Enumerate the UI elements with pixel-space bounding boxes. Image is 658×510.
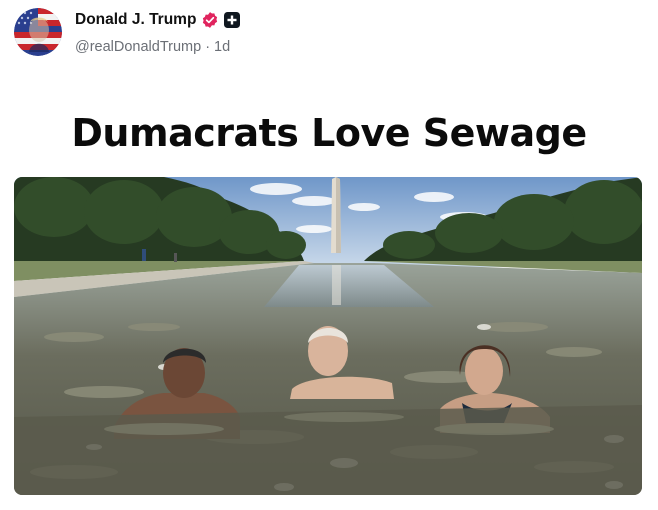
author-name[interactable]: Donald J. Trump xyxy=(75,11,196,29)
meta-separator: · xyxy=(205,39,211,55)
name-row: Donald J. Trump xyxy=(75,10,241,30)
post-photo[interactable] xyxy=(14,177,642,495)
flag-portrait-avatar-icon xyxy=(14,8,62,56)
author-block: Donald J. Trump @realDonaldTrump · 1d xyxy=(75,10,241,55)
plus-badge-icon xyxy=(224,12,241,28)
verified-badge-icon xyxy=(201,11,219,29)
photo-image xyxy=(14,177,642,495)
meta-row: @realDonaldTrump · 1d xyxy=(75,39,240,55)
avatar[interactable] xyxy=(14,8,62,56)
author-handle[interactable]: @realDonaldTrump xyxy=(75,39,201,55)
post-card: Donald J. Trump @realDonaldTrump · 1d Du… xyxy=(0,0,658,510)
post-header: Donald J. Trump @realDonaldTrump · 1d xyxy=(14,8,241,60)
post-timestamp[interactable]: 1d xyxy=(214,39,230,55)
post-headline: Dumacrats Love Sewage xyxy=(71,111,587,155)
